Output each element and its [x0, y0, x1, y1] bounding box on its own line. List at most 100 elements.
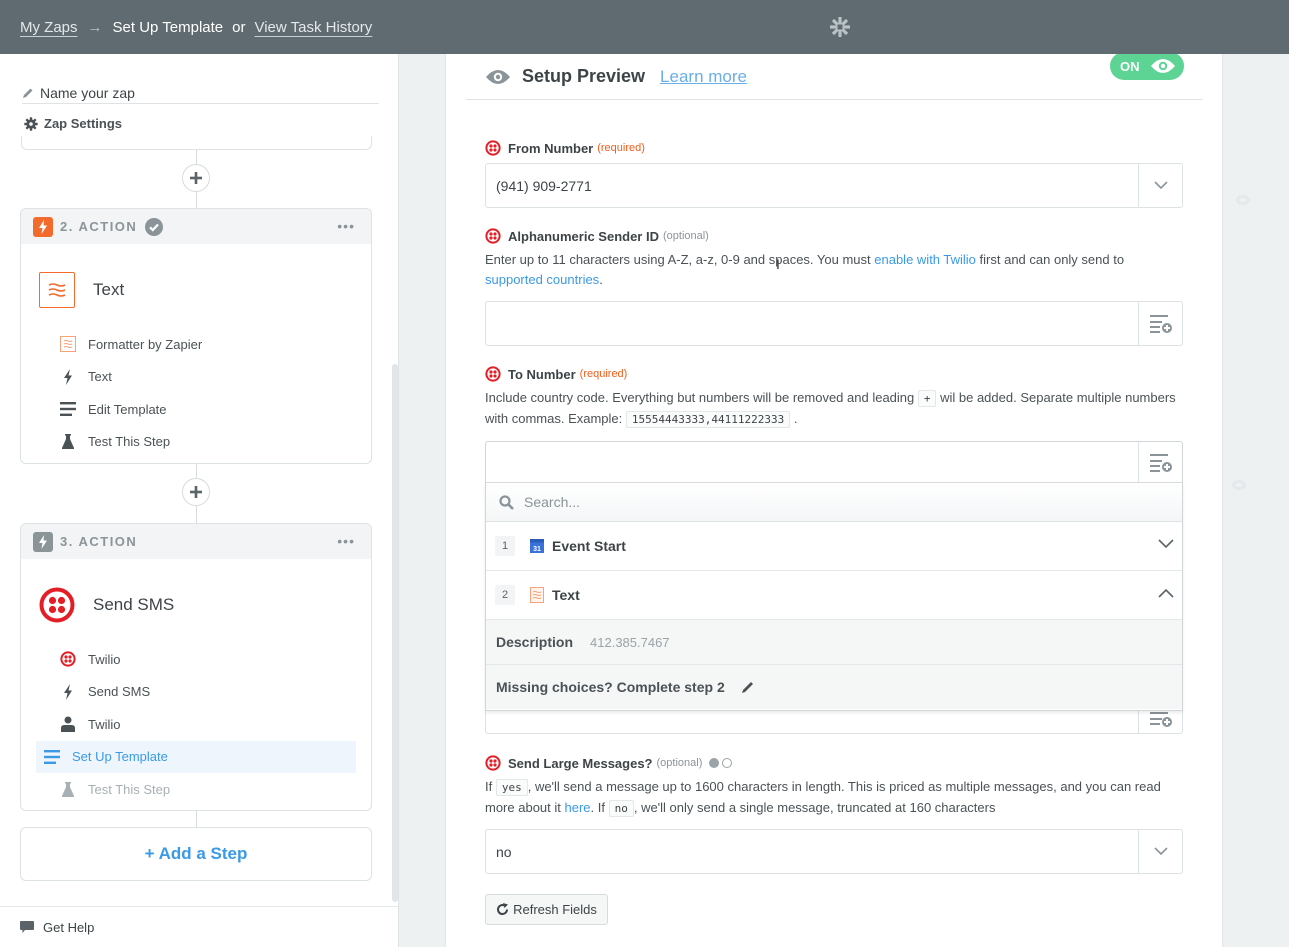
step-header[interactable]: 3. ACTION ••• [21, 524, 371, 559]
help-text: . If [590, 800, 609, 815]
help-text: . [790, 411, 798, 426]
zap-name-input[interactable]: Name your zap [22, 82, 379, 104]
zap-editor-sidebar: Name your zap Zap Settings 2. ACTION ••• [0, 54, 399, 947]
to-number-input[interactable] [485, 441, 1183, 485]
missing-choices-link[interactable]: Missing choices? Complete step 2 [486, 665, 1182, 709]
get-help-label: Get Help [43, 919, 95, 935]
formatter-icon [58, 336, 78, 353]
twilio-icon [485, 755, 501, 771]
refresh-icon [497, 903, 509, 916]
optional-tag: (optional) [656, 757, 703, 769]
from-number-select[interactable]: (941) 909-2771 [485, 163, 1183, 208]
bolt-icon [58, 368, 78, 385]
learn-more-link[interactable]: Learn more [660, 67, 747, 87]
dropdown-toggle[interactable] [1138, 164, 1182, 207]
large-messages-value: no [496, 843, 512, 860]
from-number-value: (941) 909-2771 [496, 177, 592, 194]
search-icon [499, 494, 514, 510]
step-item-label: Send SMS [88, 684, 151, 700]
add-step-button[interactable]: + Add a Step [20, 827, 372, 881]
here-link[interactable]: here [565, 800, 591, 815]
get-help-link[interactable]: Get Help [0, 906, 398, 947]
large-messages-label: Send Large Messages? (optional) [485, 754, 1183, 772]
to-number-label: To Number (required) [485, 365, 1183, 383]
step-item-label: Test This Step [88, 434, 171, 450]
zapier-asterisk-icon[interactable] [828, 15, 852, 39]
step-app-name: Text [93, 279, 125, 299]
formatter-app-icon [39, 271, 75, 308]
dropdown-field-option[interactable]: Description 412.385.7467 [486, 620, 1182, 665]
step-item-template[interactable]: Edit Template [36, 393, 356, 426]
option-value: 412.385.7467 [590, 634, 670, 650]
large-messages-select[interactable]: no [485, 829, 1183, 874]
step-item-test[interactable]: Test This Step [36, 773, 356, 806]
step-title: 3. ACTION [60, 534, 138, 549]
step-card-3[interactable]: 3. ACTION ••• Send SMS Twilio Send SMS T… [20, 523, 372, 811]
insert-data-button[interactable] [1138, 442, 1182, 484]
dropdown-step-row[interactable]: 1 31 Event Start [486, 522, 1182, 571]
preview-toggle[interactable]: ON [1110, 52, 1184, 80]
eye-icon [486, 69, 510, 84]
breadcrumb-arrow: → [87, 18, 103, 36]
top-navigation-bar: My Zaps → Set Up Template or View Task H… [0, 0, 1289, 54]
refresh-fields-button[interactable]: Refresh Fields [485, 894, 608, 925]
chevron-down-icon [1153, 847, 1168, 856]
insert-data-button[interactable] [1138, 302, 1182, 345]
dropdown-toggle[interactable] [1138, 830, 1182, 873]
zap-settings-link[interactable]: Zap Settings [24, 116, 122, 131]
setup-preview-header: Setup Preview Learn more ON [466, 52, 1203, 100]
help-text: If [485, 779, 496, 794]
step-item-template-active[interactable]: Set Up Template [36, 740, 356, 773]
more-options-button[interactable]: ••• [337, 533, 355, 549]
sender-id-input[interactable] [485, 301, 1183, 346]
bolt-badge-icon [33, 531, 53, 552]
dropdown-search-input[interactable]: Search... [486, 482, 1182, 522]
trigger-card-edge [21, 136, 372, 150]
svg-text:31: 31 [533, 546, 541, 553]
step-item-app[interactable]: Twilio [36, 643, 356, 676]
dropdown-row-label: Event Start [552, 538, 626, 554]
dropdown-step-row[interactable]: 2 Text [486, 571, 1182, 620]
list-icon [58, 402, 78, 417]
bolt-icon [58, 683, 78, 700]
bolt-badge-icon [33, 216, 53, 237]
formatter-icon [530, 587, 544, 603]
step-item-test[interactable]: Test This Step [36, 426, 356, 459]
sidebar-scrollbar[interactable] [392, 364, 398, 902]
view-task-history-link[interactable]: View Task History [254, 19, 372, 36]
toggle-label: ON [1120, 58, 1140, 74]
insert-step-button[interactable] [182, 478, 210, 506]
field-label-text: Alphanumeric Sender ID [508, 228, 659, 244]
flask-icon [58, 781, 78, 797]
boolean-toggle-icon[interactable] [708, 757, 734, 769]
step-item-action[interactable]: Text [36, 361, 356, 394]
option-label: Description [496, 634, 574, 650]
code-snippet: no [608, 800, 634, 817]
step-item-label: Twilio [88, 651, 121, 667]
step-item-app[interactable]: Formatter by Zapier [36, 328, 356, 361]
setup-preview-title: Setup Preview [522, 66, 646, 86]
chevron-down-icon [1153, 181, 1168, 190]
step-header[interactable]: 2. ACTION ••• [21, 209, 371, 244]
enable-with-twilio-link[interactable]: enable with Twilio [874, 252, 976, 267]
gutter-node-icon [1232, 480, 1246, 490]
step-app: Text [21, 244, 371, 316]
more-options-button[interactable]: ••• [337, 218, 355, 234]
gutter-node-icon [1236, 195, 1250, 205]
plus-icon [190, 172, 202, 184]
to-number-help: Include country code. Everything but num… [485, 388, 1183, 430]
help-text: , we'll only send a single message, trun… [633, 800, 996, 815]
supported-countries-link[interactable]: supported countries [485, 272, 599, 287]
twilio-icon [485, 140, 501, 156]
breadcrumb-my-zaps-link[interactable]: My Zaps [20, 19, 78, 36]
large-messages-help: If yes, we'll send a message up to 1600 … [485, 777, 1183, 819]
step-card-2[interactable]: 2. ACTION ••• Text Formatter by Zapier T… [20, 208, 372, 464]
step-item-label: Test This Step [88, 781, 171, 797]
eye-icon [1150, 59, 1175, 73]
step-item-action[interactable]: Send SMS [36, 676, 356, 709]
twilio-icon [485, 366, 501, 382]
step-item-account[interactable]: Twilio [36, 708, 356, 741]
text-cursor-icon: I [776, 256, 780, 272]
insert-step-button[interactable] [182, 164, 210, 192]
missing-choices-text: Missing choices? Complete step 2 [496, 679, 725, 695]
